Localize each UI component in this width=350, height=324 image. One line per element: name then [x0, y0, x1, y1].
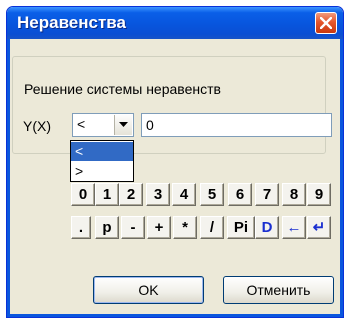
chevron-down-icon [119, 122, 128, 127]
key-2[interactable]: 2 [119, 183, 143, 206]
dialog-window: Неравенства [6, 6, 344, 318]
key-6[interactable]: 6 [228, 183, 252, 206]
key-0[interactable]: 0 [71, 183, 95, 206]
window-frame-left [7, 39, 10, 317]
key-5[interactable]: 5 [200, 183, 224, 206]
operator-combobox[interactable]: < [72, 113, 134, 137]
backspace-icon[interactable]: ← [282, 216, 306, 239]
key-plus[interactable]: + [147, 216, 171, 239]
key-1[interactable]: 1 [95, 183, 119, 206]
window-title: Неравенства [17, 13, 126, 32]
key-d[interactable]: D [255, 216, 279, 239]
title-bar[interactable]: Неравенства [7, 7, 343, 39]
dropdown-option-less[interactable]: < [71, 142, 133, 161]
key-multiply[interactable]: * [173, 216, 197, 239]
ok-button[interactable]: OK [93, 276, 204, 304]
dropdown-option-greater[interactable]: > [71, 162, 133, 181]
close-button[interactable] [315, 12, 337, 34]
key-4[interactable]: 4 [172, 183, 196, 206]
window-frame-right [340, 39, 343, 317]
value-input[interactable] [141, 113, 332, 137]
window-frame-bottom [7, 314, 343, 317]
combobox-value: < [77, 116, 86, 132]
key-pi[interactable]: Pi [227, 216, 255, 239]
key-7[interactable]: 7 [255, 183, 279, 206]
key-8[interactable]: 8 [282, 183, 306, 206]
key-divide[interactable]: / [200, 216, 224, 239]
key-dot[interactable]: . [71, 216, 91, 239]
key-p[interactable]: p [95, 216, 119, 239]
operator-dropdown-list: < > [70, 140, 134, 182]
key-minus[interactable]: - [121, 216, 145, 239]
group-label: Решение системы неравенств [24, 81, 221, 97]
cancel-button[interactable]: Отменить [223, 276, 334, 304]
yx-label: Y(X) [23, 118, 51, 134]
key-9[interactable]: 9 [307, 183, 331, 206]
group-box [12, 56, 326, 154]
enter-icon[interactable]: ↵ [307, 216, 331, 239]
combobox-dropdown-button[interactable] [114, 115, 132, 135]
close-icon [320, 17, 332, 29]
key-3[interactable]: 3 [146, 183, 170, 206]
